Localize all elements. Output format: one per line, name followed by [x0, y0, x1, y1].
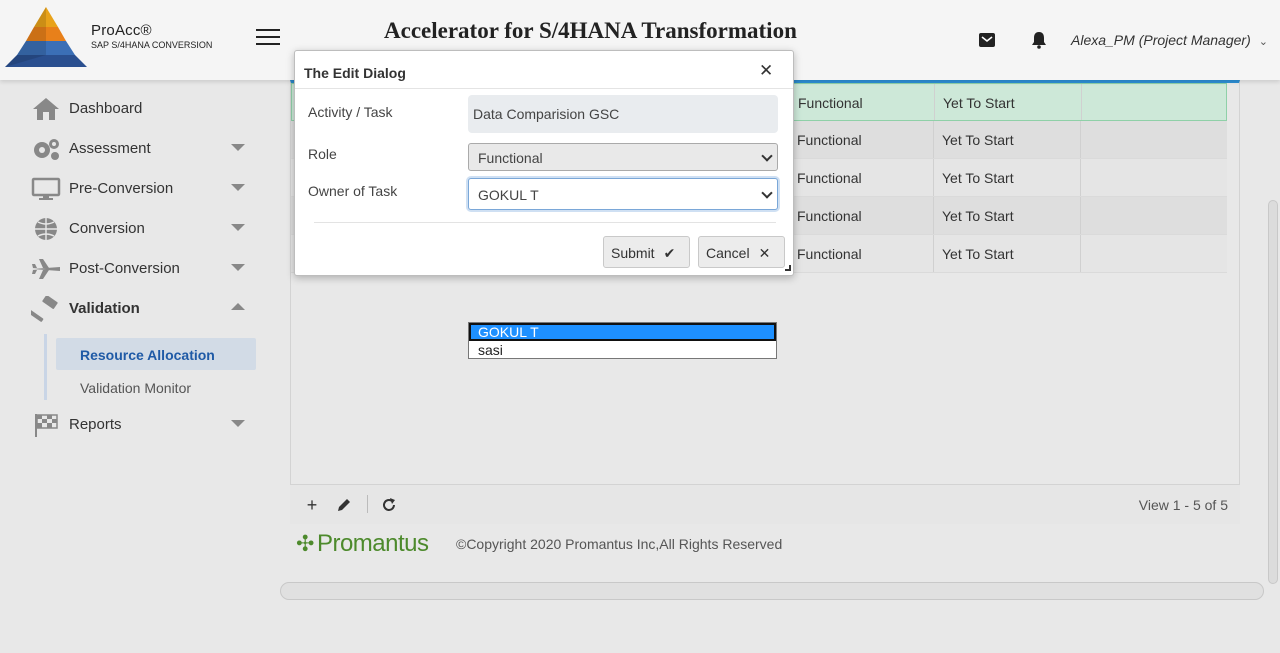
sidebar-item-assessment[interactable]: Assessment: [0, 130, 280, 166]
checkered-flag-icon: [35, 414, 58, 437]
sidebar-item-conversion[interactable]: Conversion: [0, 210, 280, 246]
plane-icon: [32, 259, 60, 279]
pager-divider: [367, 495, 368, 513]
sidebar-item-label: Dashboard: [69, 100, 143, 117]
promantus-mark-icon: ✣: [296, 531, 314, 556]
owner-select-value: GOKUL T: [478, 187, 539, 203]
caret-down-icon: [231, 420, 245, 427]
vertical-scrollbar[interactable]: [1268, 200, 1278, 584]
status-cell: Yet To Start: [935, 84, 1082, 120]
activity-field: Data Comparision GSC: [468, 95, 778, 133]
submit-button[interactable]: Submit ✔: [603, 236, 690, 268]
caret-down-icon: [231, 264, 245, 271]
chevron-down-icon: ⌄: [1258, 36, 1268, 48]
owner-cell: [1081, 197, 1227, 234]
sidebar-item-post-conversion[interactable]: Post-Conversion: [0, 250, 280, 286]
sidebar-item-label: Assessment: [69, 140, 151, 157]
globe-icon: [35, 218, 57, 240]
close-icon[interactable]: ✕: [759, 61, 773, 81]
home-icon: [33, 98, 59, 120]
user-menu[interactable]: Alexa_PM (Project Manager) ⌄: [1071, 32, 1268, 48]
role-cell: Functional: [789, 235, 934, 272]
role-cell: Functional: [789, 197, 934, 234]
resize-handle[interactable]: [785, 265, 791, 271]
sidebar-item-reports[interactable]: Reports: [0, 406, 280, 442]
pencil-icon[interactable]: [334, 495, 354, 515]
page-title: Accelerator for S/4HANA Transformation: [384, 18, 797, 43]
bell-icon[interactable]: [1030, 31, 1048, 49]
copyright-text: ©Copyright 2020 Promantus Inc,All Rights…: [456, 536, 783, 552]
sidebar-item-label: Post-Conversion: [69, 260, 180, 277]
role-cell: Functional: [790, 84, 935, 120]
status-cell: Yet To Start: [934, 159, 1081, 196]
status-cell: Yet To Start: [934, 235, 1081, 272]
owner-cell: [1082, 84, 1228, 120]
dialog-header: The Edit Dialog ✕: [295, 51, 793, 89]
dialog-title: The Edit Dialog: [304, 65, 406, 81]
sidebar-item-pre-conversion[interactable]: Pre-Conversion: [0, 170, 280, 206]
role-cell: Functional: [789, 121, 934, 158]
owner-cell: [1081, 159, 1227, 196]
footer: ✣ Promantus ©Copyright 2020 Promantus Inc…: [290, 526, 1240, 562]
caret-down-icon: [231, 184, 245, 191]
owner-dropdown-list: GOKUL T sasi: [468, 322, 777, 359]
sidebar-subitem-resource-allocation[interactable]: Resource Allocation: [56, 338, 256, 370]
dropdown-option[interactable]: GOKUL T: [469, 323, 776, 341]
edit-dialog: The Edit Dialog ✕ Activity / Task Data C…: [294, 50, 794, 276]
chevron-down-icon: [761, 187, 773, 199]
brand-subtitle: SAP S/4HANA CONVERSION: [91, 40, 213, 50]
brand: ProAcc® SAP S/4HANA CONVERSION: [91, 22, 212, 50]
role-cell: Functional: [789, 159, 934, 196]
check-icon: ✔: [663, 245, 676, 261]
pager-info: View 1 - 5 of 5: [1138, 497, 1228, 513]
status-cell: Yet To Start: [934, 197, 1081, 234]
hamburger-menu-icon[interactable]: [256, 29, 280, 47]
caret-up-icon: [231, 303, 245, 310]
sidebar-subitem-validation-monitor[interactable]: Validation Monitor: [56, 371, 256, 403]
user-name: Alexa_PM (Project Manager): [1071, 32, 1251, 48]
submit-label: Submit: [611, 245, 655, 261]
dialog-divider: [314, 222, 776, 223]
cancel-button[interactable]: Cancel ✕: [698, 236, 785, 268]
caret-down-icon: [231, 144, 245, 151]
grid-pager: + View 1 - 5 of 5: [290, 484, 1240, 524]
subnav-divider: [44, 334, 47, 400]
brand-name: ProAcc®: [91, 22, 152, 39]
caret-down-icon: [231, 224, 245, 231]
owner-cell: [1081, 235, 1227, 272]
close-icon: ✕: [758, 245, 771, 261]
sidebar-item-validation[interactable]: Validation: [0, 290, 280, 326]
add-icon[interactable]: +: [302, 495, 322, 515]
owner-select[interactable]: GOKUL T: [468, 178, 778, 210]
sidebar: Dashboard Assessment Pre-Conversion Conv…: [0, 80, 280, 653]
gavel-icon: [31, 296, 58, 322]
sidebar-item-label: Pre-Conversion: [69, 180, 174, 197]
refresh-icon[interactable]: [379, 495, 399, 515]
sidebar-item-label: Reports: [69, 416, 122, 433]
role-select-value: Functional: [478, 150, 543, 166]
sidebar-item-label: Conversion: [69, 220, 145, 237]
pyramid-logo-icon: [5, 7, 87, 67]
role-select[interactable]: Functional: [468, 143, 778, 171]
owner-cell: [1081, 121, 1227, 158]
role-label: Role: [308, 146, 337, 162]
horizontal-scrollbar[interactable]: [280, 582, 1264, 600]
sidebar-item-dashboard[interactable]: Dashboard: [0, 90, 280, 126]
cancel-label: Cancel: [706, 245, 750, 261]
sidebar-item-label: Validation: [69, 300, 140, 317]
owner-label: Owner of Task: [308, 183, 398, 199]
promantus-logo: ✣ Promantus: [296, 530, 429, 558]
gears-icon: [34, 139, 59, 160]
chevron-down-icon: [761, 150, 773, 162]
mail-icon[interactable]: [978, 31, 996, 49]
activity-label: Activity / Task: [308, 104, 393, 120]
dropdown-option[interactable]: sasi: [469, 341, 776, 359]
status-cell: Yet To Start: [934, 121, 1081, 158]
company-name: Promantus: [316, 530, 429, 557]
monitor-icon: [31, 177, 61, 200]
